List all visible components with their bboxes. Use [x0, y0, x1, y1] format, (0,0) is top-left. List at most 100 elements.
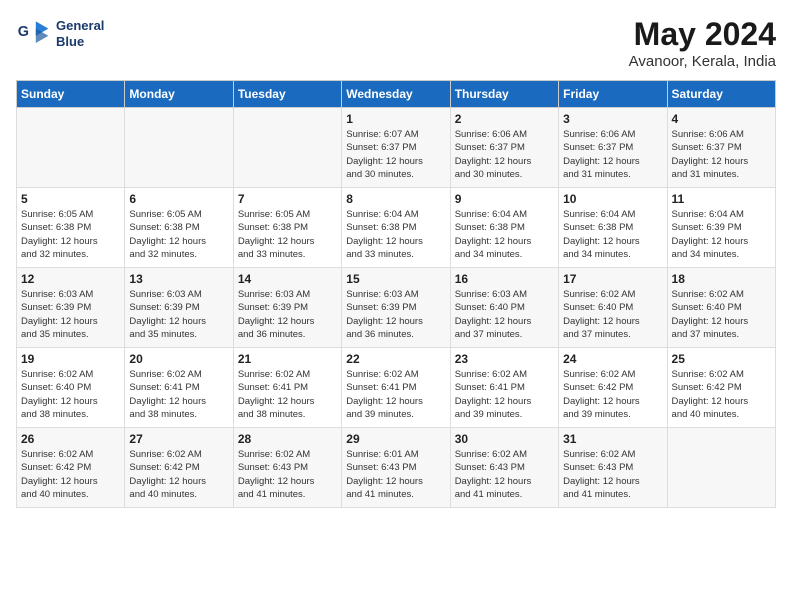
- calendar-cell: 2 Sunrise: 6:06 AMSunset: 6:37 PMDaylight…: [450, 108, 558, 188]
- calendar-cell: [125, 108, 233, 188]
- day-info: Sunrise: 6:02 AMSunset: 6:42 PMDaylight:…: [672, 368, 771, 421]
- day-info: Sunrise: 6:02 AMSunset: 6:42 PMDaylight:…: [21, 448, 120, 501]
- calendar-cell: 27 Sunrise: 6:02 AMSunset: 6:42 PMDayligh…: [125, 428, 233, 508]
- day-number: 8: [346, 192, 445, 206]
- calendar-cell: 15 Sunrise: 6:03 AMSunset: 6:39 PMDayligh…: [342, 268, 450, 348]
- day-number: 10: [563, 192, 662, 206]
- weekday-header-sunday: Sunday: [17, 81, 125, 108]
- calendar-cell: 9Sunrise: 6:04 AMSunset: 6:38 PMDaylight…: [450, 188, 558, 268]
- svg-text:G: G: [18, 24, 29, 40]
- calendar-cell: 23 Sunrise: 6:02 AMSunset: 6:41 PMDayligh…: [450, 348, 558, 428]
- day-number: 2: [455, 112, 554, 126]
- day-info: Sunrise: 6:02 AMSunset: 6:43 PMDaylight:…: [563, 448, 662, 501]
- day-info: Sunrise: 6:05 AMSunset: 6:38 PMDaylight:…: [238, 208, 337, 261]
- day-info: Sunrise: 6:04 AMSunset: 6:39 PMDaylight:…: [672, 208, 771, 261]
- day-info: Sunrise: 6:06 AMSunset: 6:37 PMDaylight:…: [563, 128, 662, 181]
- calendar-cell: 10Sunrise: 6:04 AMSunset: 6:38 PMDayligh…: [559, 188, 667, 268]
- day-number: 23: [455, 352, 554, 366]
- day-info: Sunrise: 6:07 AMSunset: 6:37 PMDaylight:…: [346, 128, 445, 181]
- logo-icon: G: [16, 16, 52, 52]
- calendar-cell: 31Sunrise: 6:02 AMSunset: 6:43 PMDayligh…: [559, 428, 667, 508]
- calendar-week-1: 1Sunrise: 6:07 AMSunset: 6:37 PMDaylight…: [17, 108, 776, 188]
- calendar-cell: 14 Sunrise: 6:03 AMSunset: 6:39 PMDayligh…: [233, 268, 341, 348]
- calendar-cell: 11Sunrise: 6:04 AMSunset: 6:39 PMDayligh…: [667, 188, 775, 268]
- subtitle: Avanoor, Kerala, India: [629, 53, 776, 70]
- day-number: 28: [238, 432, 337, 446]
- calendar-cell: 18Sunrise: 6:02 AMSunset: 6:40 PMDayligh…: [667, 268, 775, 348]
- day-number: 14: [238, 272, 337, 286]
- calendar-week-4: 19 Sunrise: 6:02 AMSunset: 6:40 PMDayligh…: [17, 348, 776, 428]
- calendar-cell: 20Sunrise: 6:02 AMSunset: 6:41 PMDayligh…: [125, 348, 233, 428]
- calendar-cell: 4 Sunrise: 6:06 AMSunset: 6:37 PMDaylight…: [667, 108, 775, 188]
- day-number: 16: [455, 272, 554, 286]
- day-number: 27: [129, 432, 228, 446]
- weekday-header-saturday: Saturday: [667, 81, 775, 108]
- calendar-cell: 25 Sunrise: 6:02 AMSunset: 6:42 PMDayligh…: [667, 348, 775, 428]
- day-number: 5: [21, 192, 120, 206]
- calendar-table: SundayMondayTuesdayWednesdayThursdayFrid…: [16, 80, 776, 508]
- calendar-cell: 30Sunrise: 6:02 AMSunset: 6:43 PMDayligh…: [450, 428, 558, 508]
- day-number: 15: [346, 272, 445, 286]
- day-info: Sunrise: 6:04 AMSunset: 6:38 PMDaylight:…: [346, 208, 445, 261]
- day-info: Sunrise: 6:02 AMSunset: 6:40 PMDaylight:…: [563, 288, 662, 341]
- calendar-cell: 12 Sunrise: 6:03 AMSunset: 6:39 PMDayligh…: [17, 268, 125, 348]
- day-info: Sunrise: 6:05 AMSunset: 6:38 PMDaylight:…: [129, 208, 228, 261]
- calendar-cell: 17 Sunrise: 6:02 AMSunset: 6:40 PMDayligh…: [559, 268, 667, 348]
- calendar-cell: [667, 428, 775, 508]
- calendar-cell: 6 Sunrise: 6:05 AMSunset: 6:38 PMDaylight…: [125, 188, 233, 268]
- day-number: 12: [21, 272, 120, 286]
- day-number: 21: [238, 352, 337, 366]
- day-info: Sunrise: 6:03 AMSunset: 6:40 PMDaylight:…: [455, 288, 554, 341]
- calendar-cell: 29Sunrise: 6:01 AMSunset: 6:43 PMDayligh…: [342, 428, 450, 508]
- day-info: Sunrise: 6:03 AMSunset: 6:39 PMDaylight:…: [238, 288, 337, 341]
- calendar-cell: 26 Sunrise: 6:02 AMSunset: 6:42 PMDayligh…: [17, 428, 125, 508]
- day-number: 18: [672, 272, 771, 286]
- day-info: Sunrise: 6:06 AMSunset: 6:37 PMDaylight:…: [672, 128, 771, 181]
- calendar-cell: 24Sunrise: 6:02 AMSunset: 6:42 PMDayligh…: [559, 348, 667, 428]
- weekday-header-wednesday: Wednesday: [342, 81, 450, 108]
- calendar-cell: 21 Sunrise: 6:02 AMSunset: 6:41 PMDayligh…: [233, 348, 341, 428]
- day-number: 26: [21, 432, 120, 446]
- calendar-cell: 3 Sunrise: 6:06 AMSunset: 6:37 PMDaylight…: [559, 108, 667, 188]
- day-info: Sunrise: 6:02 AMSunset: 6:41 PMDaylight:…: [238, 368, 337, 421]
- day-number: 7: [238, 192, 337, 206]
- day-number: 4: [672, 112, 771, 126]
- calendar-cell: [17, 108, 125, 188]
- logo-text: General Blue: [56, 18, 104, 49]
- calendar-cell: 16 Sunrise: 6:03 AMSunset: 6:40 PMDayligh…: [450, 268, 558, 348]
- day-number: 19: [21, 352, 120, 366]
- calendar-week-3: 12 Sunrise: 6:03 AMSunset: 6:39 PMDayligh…: [17, 268, 776, 348]
- day-info: Sunrise: 6:01 AMSunset: 6:43 PMDaylight:…: [346, 448, 445, 501]
- calendar-cell: 8 Sunrise: 6:04 AMSunset: 6:38 PMDaylight…: [342, 188, 450, 268]
- day-info: Sunrise: 6:04 AMSunset: 6:38 PMDaylight:…: [455, 208, 554, 261]
- day-info: Sunrise: 6:03 AMSunset: 6:39 PMDaylight:…: [129, 288, 228, 341]
- calendar-cell: 1Sunrise: 6:07 AMSunset: 6:37 PMDaylight…: [342, 108, 450, 188]
- day-info: Sunrise: 6:06 AMSunset: 6:37 PMDaylight:…: [455, 128, 554, 181]
- day-info: Sunrise: 6:03 AMSunset: 6:39 PMDaylight:…: [21, 288, 120, 341]
- day-number: 17: [563, 272, 662, 286]
- title-block: May 2024 Avanoor, Kerala, India: [629, 16, 776, 70]
- day-info: Sunrise: 6:02 AMSunset: 6:43 PMDaylight:…: [455, 448, 554, 501]
- day-info: Sunrise: 6:02 AMSunset: 6:42 PMDaylight:…: [129, 448, 228, 501]
- calendar-cell: [233, 108, 341, 188]
- calendar-week-5: 26 Sunrise: 6:02 AMSunset: 6:42 PMDayligh…: [17, 428, 776, 508]
- day-number: 13: [129, 272, 228, 286]
- day-info: Sunrise: 6:02 AMSunset: 6:40 PMDaylight:…: [21, 368, 120, 421]
- day-info: Sunrise: 6:02 AMSunset: 6:43 PMDaylight:…: [238, 448, 337, 501]
- day-info: Sunrise: 6:02 AMSunset: 6:41 PMDaylight:…: [346, 368, 445, 421]
- day-number: 24: [563, 352, 662, 366]
- calendar-cell: 5 Sunrise: 6:05 AMSunset: 6:38 PMDaylight…: [17, 188, 125, 268]
- day-info: Sunrise: 6:03 AMSunset: 6:39 PMDaylight:…: [346, 288, 445, 341]
- day-number: 3: [563, 112, 662, 126]
- header: G General Blue May 2024 Avanoor, Kerala,…: [16, 16, 776, 70]
- calendar-cell: 13 Sunrise: 6:03 AMSunset: 6:39 PMDayligh…: [125, 268, 233, 348]
- calendar-cell: 19 Sunrise: 6:02 AMSunset: 6:40 PMDayligh…: [17, 348, 125, 428]
- weekday-header-thursday: Thursday: [450, 81, 558, 108]
- day-number: 6: [129, 192, 228, 206]
- day-number: 25: [672, 352, 771, 366]
- day-info: Sunrise: 6:02 AMSunset: 6:41 PMDaylight:…: [129, 368, 228, 421]
- day-info: Sunrise: 6:02 AMSunset: 6:41 PMDaylight:…: [455, 368, 554, 421]
- weekday-header-friday: Friday: [559, 81, 667, 108]
- day-info: Sunrise: 6:05 AMSunset: 6:38 PMDaylight:…: [21, 208, 120, 261]
- main-title: May 2024: [629, 16, 776, 53]
